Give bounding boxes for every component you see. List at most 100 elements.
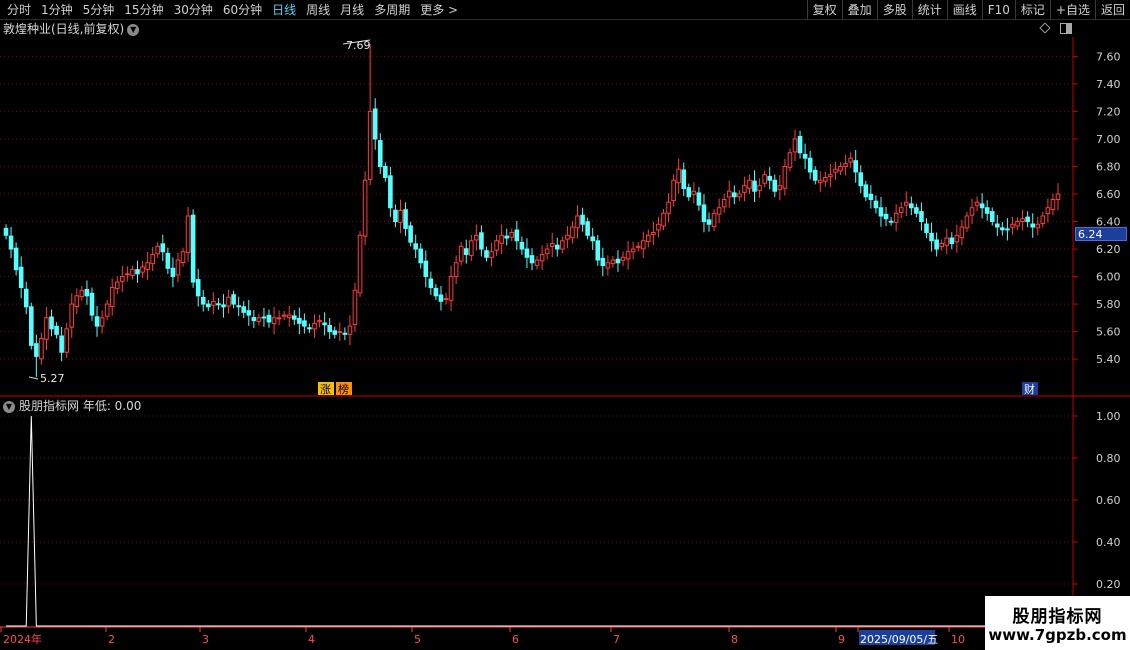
candle-body — [44, 317, 49, 340]
candle-body — [489, 251, 494, 258]
watermark-title: 股朋指标网 — [1012, 607, 1103, 627]
bang-marker[interactable]: 榜 — [338, 382, 349, 396]
candle-body — [357, 234, 363, 294]
tool-button-0[interactable]: 复权 — [806, 0, 842, 20]
candle-body — [372, 108, 378, 140]
candle-body — [504, 235, 510, 239]
period-tab-6[interactable]: 日线 — [267, 0, 301, 20]
x-tick-label: 2025/09/05/五 — [860, 633, 938, 646]
period-tab-4[interactable]: 30分钟 — [169, 0, 218, 20]
candle-body — [858, 172, 864, 187]
candle-body — [8, 235, 14, 250]
candle-body — [236, 305, 241, 308]
chevron-down-icon[interactable]: ▼ — [3, 400, 15, 413]
candle-body — [615, 258, 621, 264]
candle-body — [949, 237, 955, 245]
candle-body — [433, 287, 439, 297]
panel-toggle-icon[interactable] — [1060, 23, 1072, 34]
chevron-down-icon[interactable]: ▼ — [127, 23, 140, 36]
candle-body — [1000, 227, 1005, 231]
y-tick-label: 0.80 — [1096, 452, 1121, 465]
candle-body — [792, 138, 798, 153]
candle-body — [49, 316, 54, 330]
candle-body — [828, 174, 833, 178]
candle-body — [737, 193, 742, 198]
candle-body — [625, 251, 631, 260]
candle-body — [620, 256, 626, 261]
tool-button-8[interactable]: 返回 — [1094, 0, 1130, 20]
candle-body — [499, 234, 504, 244]
candle-body — [757, 185, 762, 191]
candle-body — [666, 201, 671, 214]
candlestick-series[interactable] — [3, 44, 1061, 377]
candle-body — [408, 225, 413, 243]
candle-body — [762, 174, 767, 184]
period-tab-9[interactable]: 多周期 — [369, 0, 415, 20]
x-tick-label: 6 — [512, 633, 519, 646]
candle-body — [18, 266, 24, 289]
candle-body — [418, 248, 424, 264]
y-tick-label: 6.80 — [1096, 160, 1121, 173]
candle-body — [185, 215, 191, 254]
candle-body — [84, 288, 90, 297]
event-markers[interactable]: 涨 榜 财 — [318, 382, 1038, 396]
last-price-tag: 6.24 — [1075, 227, 1127, 241]
candle-body — [838, 165, 843, 172]
candle-body — [833, 168, 838, 173]
tool-button-3[interactable]: 统计 — [911, 0, 947, 20]
candle-body — [802, 153, 808, 159]
candle-body — [291, 315, 297, 320]
candle-body — [94, 316, 100, 327]
candle-body — [787, 152, 793, 168]
candle-body — [807, 157, 813, 173]
candle-body — [458, 245, 464, 262]
candle-body — [782, 165, 788, 189]
candle-body — [206, 303, 211, 308]
candle-body — [939, 243, 944, 248]
period-tab-7[interactable]: 周线 — [301, 0, 335, 20]
period-tab-1[interactable]: 1分钟 — [36, 0, 78, 20]
y-tick-label: 7.40 — [1096, 78, 1121, 91]
candle-body — [99, 317, 105, 327]
candle-body — [448, 276, 454, 301]
candle-body — [241, 306, 247, 313]
period-tab-5[interactable]: 60分钟 — [218, 0, 267, 20]
candle-body — [732, 192, 737, 198]
period-tab-3[interactable]: 15分钟 — [119, 0, 168, 20]
y-tick-label: 6.60 — [1096, 188, 1121, 201]
candle-body — [469, 240, 474, 256]
y-tick-label: 7.20 — [1096, 105, 1121, 118]
tool-button-4[interactable]: 画线 — [946, 0, 982, 20]
low-annotation: 5.27 — [40, 372, 65, 385]
tool-buttons: 复权 叠加 多股 统计 画线 F10 标记 +自选 返回 — [806, 0, 1130, 20]
candle-body — [580, 214, 585, 225]
stock-name-label: 敦煌种业(日线,前复权) — [3, 22, 125, 36]
candle-body — [342, 332, 348, 335]
candle-body — [914, 207, 919, 214]
candle-body — [726, 190, 732, 198]
candle-body — [681, 169, 687, 189]
candle-body — [1005, 228, 1010, 231]
candle-body — [747, 179, 752, 189]
tool-button-2[interactable]: 多股 — [876, 0, 912, 20]
period-tab-2[interactable]: 5分钟 — [78, 0, 120, 20]
candle-body — [443, 298, 449, 301]
tool-button-6[interactable]: 标记 — [1014, 0, 1050, 20]
candle-body — [180, 251, 186, 264]
candle-body — [474, 234, 479, 241]
kline-chart-canvas[interactable]: 7.607.407.207.006.806.606.406.206.005.80… — [0, 0, 1130, 650]
y-tick-label: 7.60 — [1096, 50, 1121, 63]
zhang-marker[interactable]: 涨 — [320, 383, 331, 396]
tool-button-7[interactable]: +自选 — [1049, 0, 1095, 20]
candle-body — [565, 234, 570, 240]
candle-body — [140, 266, 145, 273]
candle-body — [423, 260, 429, 278]
tool-button-5[interactable]: F10 — [981, 0, 1015, 20]
period-tab-0[interactable]: 分时 — [2, 0, 36, 20]
period-tab-10[interactable]: 更多 > — [415, 0, 463, 20]
candle-body — [954, 234, 960, 243]
cai-marker[interactable]: 财 — [1024, 382, 1035, 396]
period-tab-8[interactable]: 月线 — [335, 0, 369, 20]
tool-button-1[interactable]: 叠加 — [841, 0, 877, 20]
candle-body — [13, 247, 19, 271]
